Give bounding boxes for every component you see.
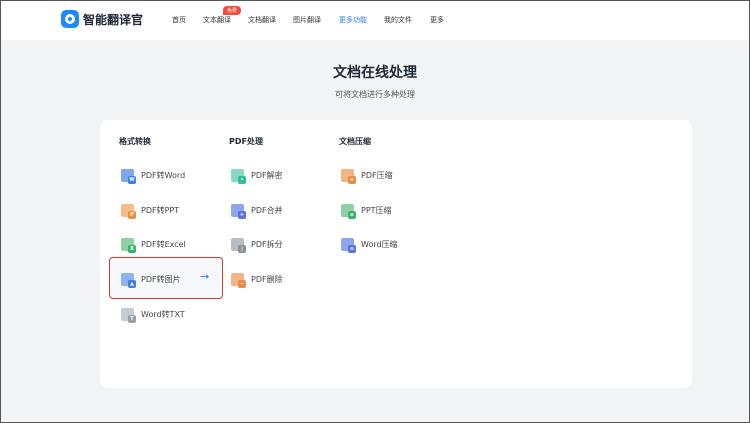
tool-label: Word转TXT xyxy=(141,309,185,319)
ppt-compress-icon: ≡ xyxy=(341,203,356,219)
tool-word-compress[interactable]: ≡ Word压缩 xyxy=(341,235,398,253)
tool-word-doc[interactable]: W PDF转Word xyxy=(121,166,185,184)
tool-label: PDF拆分 xyxy=(251,239,283,249)
ppt-doc-icon: P xyxy=(121,203,136,219)
image-doc-icon: ▲ xyxy=(121,272,136,288)
tool-label: PDF转PPT xyxy=(141,205,180,215)
nav-home[interactable]: 首页 xyxy=(172,15,186,25)
nav-more-features[interactable]: 更多功能 xyxy=(339,15,367,25)
tool-excel-doc[interactable]: X PDF转Excel xyxy=(121,235,186,253)
excel-doc-icon: X xyxy=(121,237,136,253)
unlock-doc-icon: • xyxy=(231,168,246,184)
page-subtitle: 可将文档进行多种处理 xyxy=(335,90,415,99)
tool-txt-doc[interactable]: T Word转TXT xyxy=(121,305,185,323)
tool-split-doc[interactable]: | PDF拆分 xyxy=(231,235,283,253)
tool-merge-doc[interactable]: + PDF合并 xyxy=(231,201,283,219)
pdf-compress-icon: ≡ xyxy=(341,168,356,184)
tool-label: PDF压缩 xyxy=(361,170,393,180)
tool-label: PDF转Excel xyxy=(141,239,186,249)
tool-label: PDF解密 xyxy=(251,170,283,180)
tool-unlock-doc[interactable]: • PDF解密 xyxy=(231,166,283,184)
column-title-format-convert: 格式转换 xyxy=(119,137,151,146)
tool-image-doc[interactable]: ▲ PDF转图片 xyxy=(121,270,181,288)
tool-label: PDF转Word xyxy=(141,170,186,180)
tool-label: PDF删除 xyxy=(251,274,283,284)
merge-doc-icon: + xyxy=(231,203,246,219)
nav-image-translate[interactable]: 图片翻译 xyxy=(293,15,321,25)
txt-doc-icon: T xyxy=(121,307,136,323)
tool-label: PPT压缩 xyxy=(361,205,392,215)
tool-ppt-compress[interactable]: ≡ PPT压缩 xyxy=(341,201,392,219)
tool-label: Word压缩 xyxy=(361,239,398,249)
tool-pdf-compress[interactable]: ≡ PDF压缩 xyxy=(341,166,393,184)
column-title-pdf-process: PDF处理 xyxy=(229,137,263,146)
split-doc-icon: | xyxy=(231,237,246,253)
tool-delete-doc[interactable]: − PDF删除 xyxy=(231,270,283,288)
tool-label: PDF合并 xyxy=(251,205,283,215)
tool-ppt-doc[interactable]: P PDF转PPT xyxy=(121,201,179,219)
nav-more[interactable]: 更多 xyxy=(430,15,444,25)
top-nav-bar: 智能翻译官 首页 文本翻译 免费 文档翻译 图片翻译 更多功能 我的文件 更多 xyxy=(0,0,750,40)
brand-name[interactable]: 智能翻译官 xyxy=(83,11,143,28)
tools-panel xyxy=(100,120,692,388)
word-compress-icon: ≡ xyxy=(341,237,356,253)
word-doc-icon: W xyxy=(121,168,136,184)
page-title: 文档在线处理 xyxy=(333,65,417,81)
column-title-doc-compress: 文档压缩 xyxy=(339,137,371,146)
delete-doc-icon: − xyxy=(231,272,246,288)
free-badge: 免费 xyxy=(223,6,242,15)
arrow-right-icon[interactable]: → xyxy=(200,270,209,283)
nav-text-translate[interactable]: 文本翻译 xyxy=(203,15,231,25)
nav-my-files[interactable]: 我的文件 xyxy=(384,15,412,25)
tool-label: PDF转图片 xyxy=(141,274,181,284)
nav-doc-translate[interactable]: 文档翻译 xyxy=(248,15,276,25)
app-logo-icon[interactable] xyxy=(61,10,79,28)
